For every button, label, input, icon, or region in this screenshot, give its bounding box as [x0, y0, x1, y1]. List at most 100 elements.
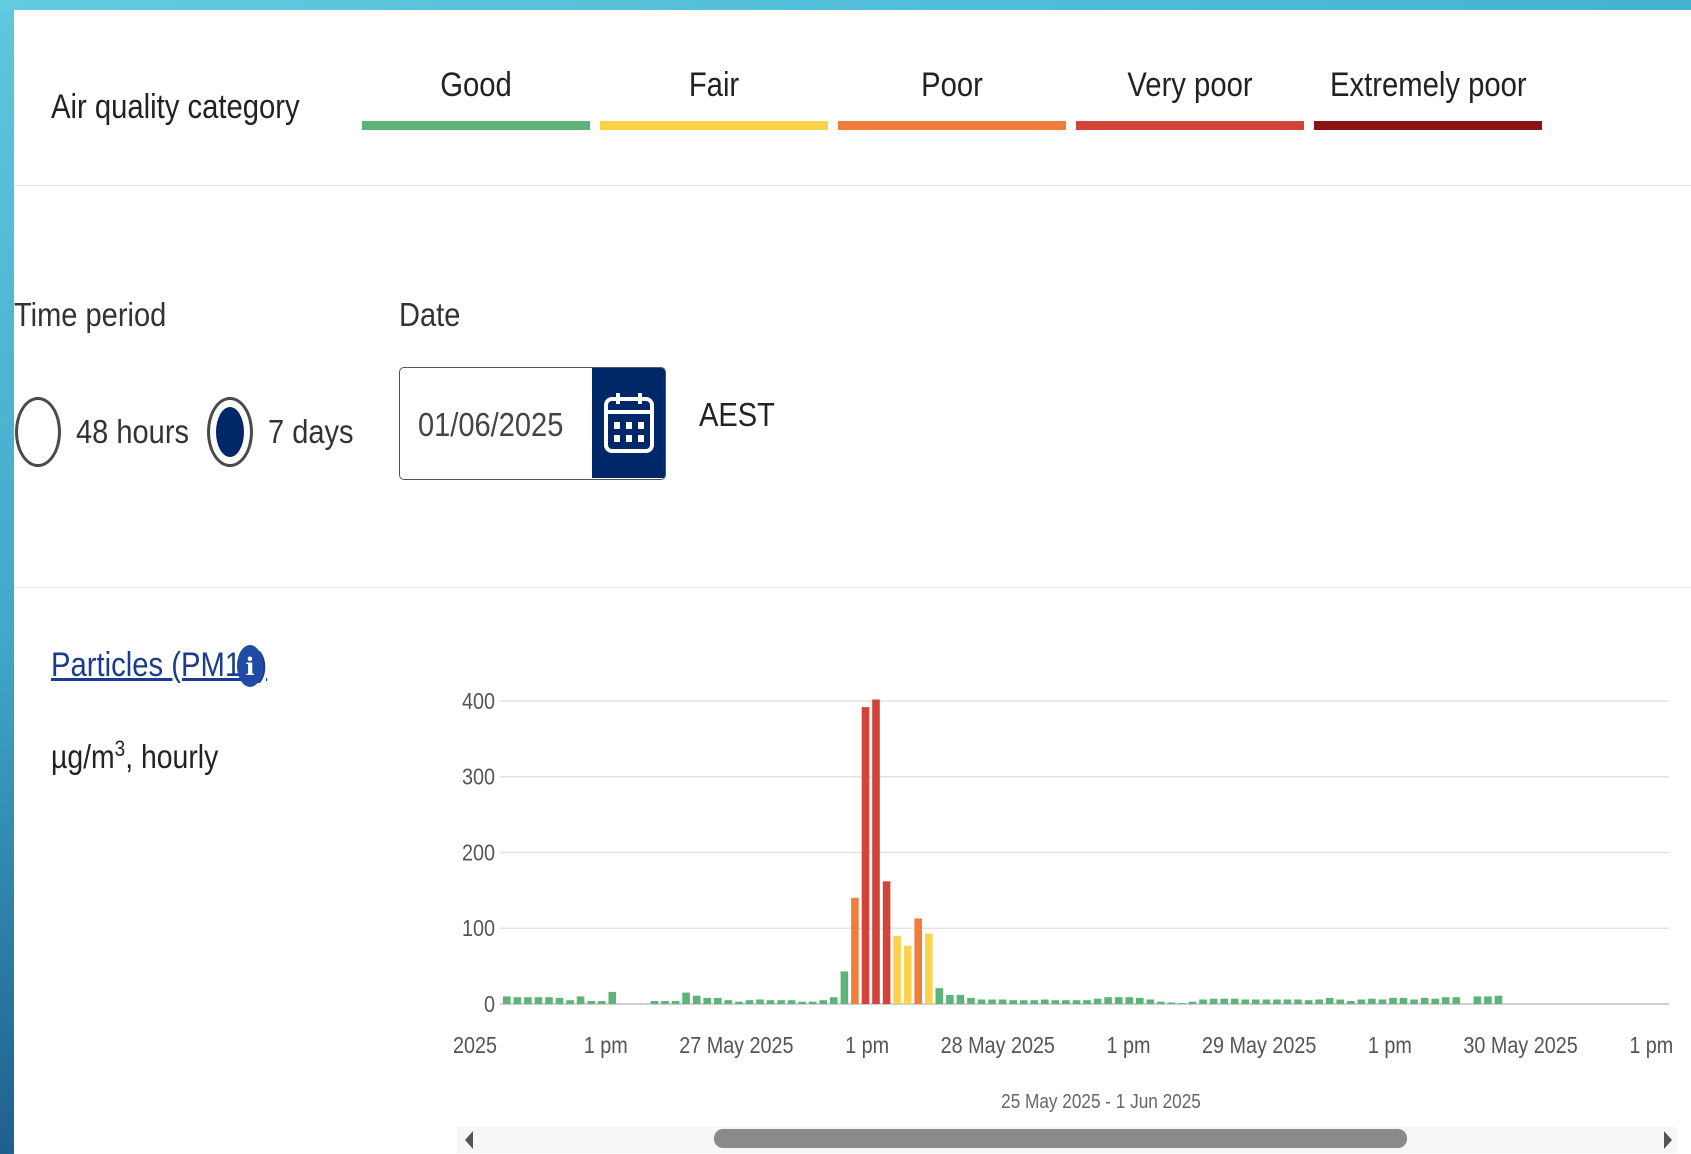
chart-scrollbar[interactable] — [457, 1127, 1677, 1153]
data-bar[interactable] — [1030, 1000, 1039, 1004]
data-bar[interactable] — [998, 999, 1007, 1005]
data-bar[interactable] — [714, 997, 722, 1004]
data-bar[interactable] — [1347, 1001, 1355, 1004]
data-bar[interactable] — [1494, 995, 1503, 1004]
data-bar[interactable] — [1104, 997, 1112, 1004]
data-bar[interactable] — [872, 699, 880, 1005]
data-bar[interactable] — [1484, 996, 1492, 1004]
radio-48-hours[interactable] — [15, 397, 61, 467]
data-bar[interactable] — [756, 999, 764, 1005]
data-bar[interactable] — [545, 997, 553, 1004]
data-bar[interactable] — [1093, 998, 1102, 1004]
data-bar[interactable] — [808, 1001, 817, 1004]
radio-7-days[interactable] — [207, 397, 253, 467]
data-bar[interactable] — [682, 992, 690, 1004]
data-bar[interactable] — [1209, 998, 1218, 1004]
data-bar[interactable] — [1051, 1000, 1060, 1004]
data-bar[interactable] — [798, 1001, 806, 1004]
data-bar[interactable] — [977, 999, 986, 1005]
data-bar[interactable] — [1136, 997, 1144, 1004]
data-bar[interactable] — [787, 1000, 796, 1004]
data-bar[interactable] — [1019, 1000, 1028, 1004]
data-bar[interactable] — [1199, 999, 1207, 1005]
calendar-button[interactable] — [592, 368, 665, 478]
data-bar[interactable] — [1283, 999, 1292, 1005]
data-bar[interactable] — [1399, 997, 1408, 1004]
data-bar[interactable] — [851, 897, 859, 1004]
data-bar[interactable] — [1389, 997, 1397, 1004]
data-bar[interactable] — [1473, 996, 1482, 1004]
data-bar[interactable] — [661, 1001, 669, 1004]
data-bar[interactable] — [534, 997, 543, 1004]
data-bar[interactable] — [1220, 998, 1228, 1004]
data-bar[interactable] — [1252, 999, 1260, 1005]
data-bar[interactable] — [1125, 997, 1133, 1004]
data-bar[interactable] — [946, 994, 954, 1004]
data-bar[interactable] — [1114, 997, 1123, 1004]
data-bar[interactable] — [967, 997, 975, 1004]
data-bar[interactable] — [1041, 999, 1049, 1005]
data-bar[interactable] — [1315, 999, 1323, 1005]
data-bar[interactable] — [703, 997, 711, 1004]
data-bar[interactable] — [1378, 999, 1387, 1005]
data-bar[interactable] — [882, 881, 891, 1004]
data-bar[interactable] — [830, 997, 838, 1004]
data-bar[interactable] — [503, 996, 511, 1004]
data-bar[interactable] — [745, 1000, 754, 1004]
data-bar[interactable] — [597, 1001, 606, 1004]
data-bar[interactable] — [650, 1001, 659, 1004]
data-bar[interactable] — [1294, 999, 1302, 1005]
data-bar[interactable] — [1431, 998, 1439, 1004]
data-bar[interactable] — [1241, 999, 1250, 1005]
data-bar[interactable] — [1336, 999, 1344, 1005]
data-bar[interactable] — [671, 1001, 680, 1004]
data-bar[interactable] — [1157, 1001, 1165, 1004]
data-bar[interactable] — [566, 1000, 574, 1004]
data-bar[interactable] — [524, 997, 532, 1004]
data-bar[interactable] — [576, 996, 585, 1004]
data-bar[interactable] — [914, 918, 922, 1004]
data-bar[interactable] — [935, 988, 944, 1004]
data-bar[interactable] — [1410, 999, 1418, 1005]
data-bar[interactable] — [1273, 999, 1281, 1005]
data-bar[interactable] — [1368, 998, 1376, 1004]
data-bar[interactable] — [735, 1001, 743, 1004]
data-bar[interactable] — [861, 707, 870, 1004]
data-bar[interactable] — [988, 999, 996, 1005]
radio-48-hours-label[interactable]: 48 hours — [76, 413, 189, 451]
data-bar[interactable] — [1167, 1002, 1176, 1005]
data-bar[interactable] — [903, 945, 912, 1004]
data-bar[interactable] — [1009, 1000, 1017, 1004]
data-bar[interactable] — [1178, 1003, 1186, 1004]
data-bar[interactable] — [1304, 1000, 1313, 1004]
data-bar[interactable] — [513, 997, 522, 1004]
radio-7-days-label[interactable]: 7 days — [268, 413, 354, 451]
data-bar[interactable] — [766, 1000, 775, 1004]
data-bar[interactable] — [893, 935, 901, 1004]
data-bar[interactable] — [1262, 999, 1271, 1005]
data-bar[interactable] — [1441, 997, 1450, 1004]
data-bar[interactable] — [777, 1000, 785, 1004]
data-bar[interactable] — [1188, 1001, 1197, 1004]
date-value[interactable]: 01/06/2025 — [418, 406, 563, 444]
data-bar[interactable] — [956, 994, 965, 1004]
data-bar[interactable] — [724, 1000, 733, 1004]
data-bar[interactable] — [1083, 1000, 1091, 1004]
data-bar[interactable] — [1062, 1000, 1070, 1004]
data-bar[interactable] — [692, 995, 701, 1004]
date-input[interactable]: 01/06/2025 — [399, 367, 666, 480]
data-bar[interactable] — [608, 991, 617, 1004]
data-bar[interactable] — [1230, 998, 1239, 1004]
data-bar[interactable] — [1357, 999, 1366, 1005]
data-bar[interactable] — [1420, 997, 1429, 1004]
scrollbar-thumb[interactable] — [714, 1129, 1407, 1148]
data-bar[interactable] — [1146, 999, 1155, 1005]
data-bar[interactable] — [925, 933, 933, 1004]
data-bar[interactable] — [555, 997, 564, 1004]
data-bar[interactable] — [1452, 997, 1461, 1004]
data-bar[interactable] — [819, 1000, 828, 1004]
data-bar[interactable] — [587, 1001, 595, 1004]
data-bar[interactable] — [1072, 1000, 1081, 1004]
data-bar[interactable] — [840, 971, 849, 1004]
data-bar[interactable] — [1325, 997, 1334, 1004]
